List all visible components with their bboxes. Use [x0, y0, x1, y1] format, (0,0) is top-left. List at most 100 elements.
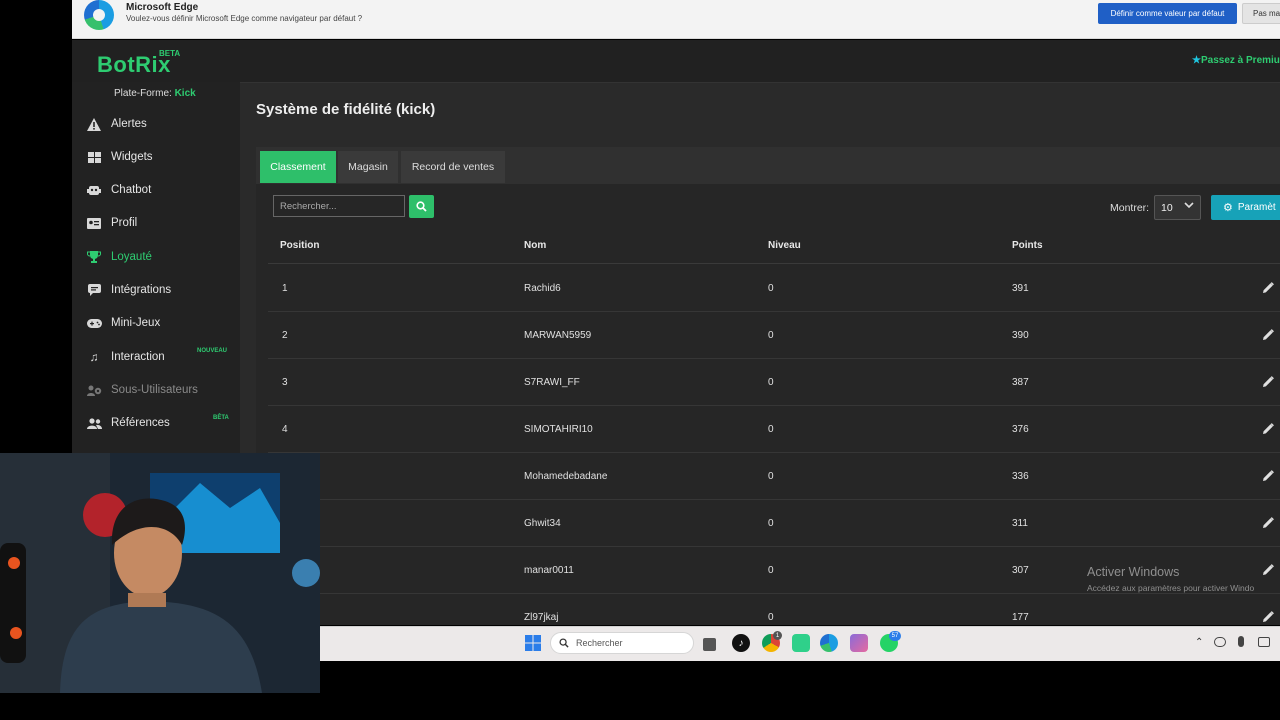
sidebar-item-label: Profil [111, 217, 138, 229]
page-title: Système de fidélité (kick) [256, 101, 436, 118]
name-cell: manar0011 [524, 565, 574, 576]
settings-button[interactable]: ⚙ Paramèt [1211, 195, 1280, 220]
sidebar-item-label: Widgets [111, 151, 153, 163]
sidebar-item-label: Mini-Jeux [111, 317, 161, 329]
premium-label: Passez à Premiu [1200, 55, 1280, 66]
tab-record-de-ventes[interactable]: Record de ventes [401, 151, 505, 183]
show-label: Montrer: [1110, 202, 1150, 214]
music-icon: ♫ [89, 350, 99, 364]
sidebar-item-label: Interaction [111, 351, 165, 363]
windows-activation-title: Activer Windows [1087, 565, 1180, 579]
points-cell: 376 [1012, 424, 1029, 435]
edit-pencil-icon[interactable] [1262, 422, 1274, 434]
platform-value: Kick [174, 88, 196, 99]
sidebar-item-label: Références [111, 417, 170, 429]
position-cell: 4 [282, 424, 288, 435]
column-header-points[interactable]: Points [1012, 240, 1043, 251]
column-header-position[interactable]: Position [280, 240, 319, 251]
name-cell: SIMOTAHIRI10 [524, 424, 593, 435]
cloud-icon[interactable] [1214, 637, 1226, 647]
settings-button-label: Paramèt [1237, 202, 1276, 213]
page-size-select[interactable]: 10 [1154, 195, 1201, 220]
position-cell: 3 [282, 377, 288, 388]
users-cog-icon [86, 383, 102, 397]
tab-classement[interactable]: Classement [260, 151, 336, 183]
level-cell: 0 [768, 424, 774, 435]
taskbar-search[interactable]: Rechercher [550, 632, 694, 654]
chevron-down-icon [1184, 201, 1194, 212]
whatsapp-notification-badge: 57 [889, 631, 901, 641]
table-row: Ghwit34 0 311 [268, 499, 1280, 547]
sidebar-item-mini-jeux[interactable]: Mini-Jeux [86, 312, 236, 334]
grid-icon [86, 150, 102, 164]
name-cell: Mohamedebadane [524, 471, 608, 482]
beta-badge: BÊTA [213, 415, 229, 421]
tray-chevron-up-icon[interactable]: ⌃ [1195, 637, 1203, 648]
tab-magasin[interactable]: Magasin [338, 151, 398, 183]
sidebar-item-widgets[interactable]: Widgets [86, 146, 236, 168]
edit-pencil-icon[interactable] [1262, 610, 1274, 622]
gamepad-icon [86, 316, 102, 330]
level-cell: 0 [768, 471, 774, 482]
edge-banner-message: Voulez-vous définir Microsoft Edge comme… [126, 14, 363, 23]
photos-icon[interactable] [850, 634, 868, 652]
edit-pencil-icon[interactable] [1262, 281, 1274, 293]
set-default-browser-button[interactable]: Définir comme valeur par défaut [1098, 3, 1237, 24]
search-input[interactable] [273, 195, 405, 217]
table-row: 3 S7RAWI_FF 0 387 [268, 358, 1280, 406]
edge-icon[interactable] [820, 634, 838, 652]
sidebar-item-profil[interactable]: Profil [86, 212, 236, 234]
sidebar-item-chatbot[interactable]: Chatbot [86, 179, 236, 201]
chat-icon [86, 283, 102, 297]
taskbar-search-label: Rechercher [576, 638, 623, 648]
table-row: 1 Rachid6 0 391 [268, 264, 1280, 312]
gear-icon: ⚙ [1223, 202, 1233, 214]
points-cell: 336 [1012, 471, 1029, 482]
not-now-button[interactable]: Pas mai [1242, 3, 1280, 24]
trophy-icon [86, 250, 102, 264]
points-cell: 311 [1012, 518, 1028, 529]
sidebar-item-alertes[interactable]: Alertes [86, 113, 236, 135]
edit-pencil-icon[interactable] [1262, 469, 1274, 481]
position-cell: 1 [282, 283, 288, 294]
chrome-notification-badge: 1 [773, 631, 782, 640]
name-cell: Ghwit34 [524, 518, 561, 529]
edit-pencil-icon[interactable] [1262, 375, 1274, 387]
level-cell: 0 [768, 283, 774, 294]
top-navbar [72, 40, 1280, 83]
edit-pencil-icon[interactable] [1262, 516, 1274, 528]
microphone-icon[interactable] [1238, 636, 1244, 647]
search-button[interactable] [409, 195, 434, 218]
edit-pencil-icon[interactable] [1262, 328, 1274, 340]
level-cell: 0 [768, 612, 774, 623]
platform-indicator: Plate-Forme: Kick [114, 88, 196, 99]
display-icon[interactable] [1258, 637, 1270, 647]
level-cell: 0 [768, 377, 774, 388]
new-badge: NOUVEAU [197, 348, 228, 354]
task-view-icon[interactable] [703, 638, 716, 651]
sidebar-item-label: Sous-Utilisateurs [111, 384, 198, 396]
table-row: Mohamedebadane 0 336 [268, 452, 1280, 500]
name-cell: Zl97jkaj [524, 612, 559, 623]
sidebar-item-sous-utilisateurs[interactable]: Sous-Utilisateurs [86, 379, 236, 401]
tiktok-icon[interactable]: ♪ [732, 634, 750, 652]
sidebar-item-label: Chatbot [111, 184, 152, 196]
edit-pencil-icon[interactable] [1262, 563, 1274, 575]
table-row: 4 SIMOTAHIRI10 0 376 [268, 405, 1280, 453]
column-header-niveau[interactable]: Niveau [768, 240, 801, 251]
windows-start-icon[interactable] [525, 635, 541, 656]
sidebar-item-integrations[interactable]: Intégrations [86, 279, 236, 301]
column-header-nom[interactable]: Nom [524, 240, 546, 251]
star-icon: ★ [1192, 55, 1201, 66]
logo-beta-badge: BETA [159, 49, 181, 58]
upgrade-premium-link[interactable]: ★Passez à Premiu [1192, 55, 1280, 66]
warning-icon [86, 117, 102, 131]
position-cell: 2 [282, 330, 288, 341]
search-icon [416, 201, 427, 212]
sidebar-item-label: Intégrations [111, 284, 172, 296]
sidebar-item-loyaute[interactable]: Loyauté [86, 246, 236, 268]
kick-app-icon[interactable] [792, 634, 810, 652]
level-cell: 0 [768, 518, 774, 529]
edge-logo-icon [84, 0, 114, 30]
sidebar-item-label: Loyauté [111, 251, 152, 263]
